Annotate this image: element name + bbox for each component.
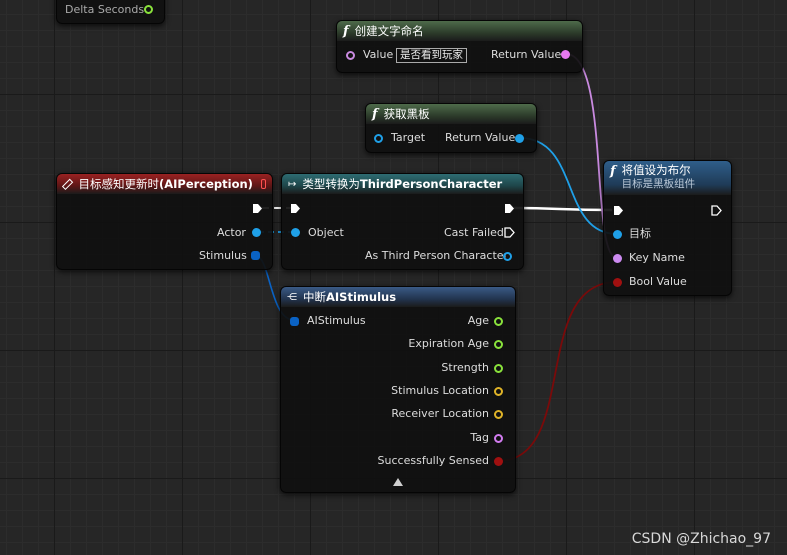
value-input-pin[interactable] bbox=[346, 51, 355, 60]
create-text-return-label: Return Value bbox=[491, 48, 562, 61]
exec-wire-cast-to-set bbox=[513, 206, 613, 212]
stimulus-location-out-pin[interactable] bbox=[494, 387, 503, 396]
cast-exec-in-pin[interactable] bbox=[290, 203, 301, 214]
perception-event-header: 目标感知更新时 (AIPerception) bbox=[57, 174, 272, 194]
object-in-pin[interactable] bbox=[291, 228, 300, 237]
get-blackboard-title: 获取黑板 bbox=[383, 107, 430, 121]
tag-out-pin[interactable] bbox=[494, 434, 503, 443]
set-bool-header: f 将值设为布尔 目标是黑板组件 bbox=[604, 161, 731, 195]
get-blackboard-node[interactable]: f 获取黑板 Target Return Value bbox=[365, 103, 537, 153]
stimulus-location-label: Stimulus Location bbox=[391, 384, 489, 397]
break-header: ⋲ 中断 AIStimulus bbox=[281, 287, 515, 307]
function-icon: f bbox=[343, 23, 349, 39]
as-character-out-pin[interactable] bbox=[503, 252, 512, 261]
cast-arrow-icon: ↦ bbox=[288, 178, 297, 190]
set-value-as-bool-node[interactable]: f 将值设为布尔 目标是黑板组件 目标 Key Name Bool Value bbox=[603, 160, 732, 296]
aistimulus-in-pin[interactable] bbox=[290, 317, 299, 326]
blackboard-target-label: Target bbox=[391, 131, 426, 144]
tag-label: Tag bbox=[470, 431, 489, 444]
cast-to-character-node[interactable]: ↦ 类型转换为 ThirdPersonCharacter Object Cast… bbox=[281, 173, 524, 270]
break-title-prefix: 中断 bbox=[303, 290, 326, 304]
blackboard-return-pin[interactable] bbox=[515, 134, 524, 143]
watermark-text: CSDN @Zhichao_97 bbox=[631, 531, 771, 547]
blackboard-target-pin[interactable] bbox=[374, 134, 383, 143]
get-blackboard-header: f 获取黑板 bbox=[366, 104, 536, 124]
stimulus-label: Stimulus bbox=[199, 249, 247, 262]
perception-updated-event-node[interactable]: 目标感知更新时 (AIPerception) Actor Stimulus bbox=[56, 173, 273, 270]
bool-value-pin[interactable] bbox=[613, 278, 622, 287]
expiration-age-out-pin[interactable] bbox=[494, 340, 503, 349]
event-diamond-icon bbox=[61, 178, 74, 190]
perception-event-title-prefix: 目标感知更新时 bbox=[78, 177, 159, 191]
object-label: Object bbox=[308, 226, 344, 239]
delta-seconds-label: Delta Seconds bbox=[65, 3, 145, 16]
successfully-sensed-out-pin[interactable] bbox=[494, 457, 503, 466]
value-label: Value bbox=[363, 48, 394, 61]
value-text-input[interactable]: 是否看到玩家 bbox=[396, 48, 467, 63]
break-aistimulus-node[interactable]: ⋲ 中断 AIStimulus AIStimulus Age Expiratio… bbox=[280, 286, 516, 493]
break-struct-icon: ⋲ bbox=[287, 291, 297, 303]
cast-title-suffix: ThirdPersonCharacter bbox=[359, 177, 503, 191]
set-bool-title: 将值设为布尔 bbox=[621, 163, 691, 177]
create-text-header: f 创建文字命名 bbox=[337, 21, 582, 41]
event-exec-out-pin[interactable] bbox=[252, 203, 263, 214]
receiver-location-out-pin[interactable] bbox=[494, 410, 503, 419]
set-bool-subtitle: 目标是黑板组件 bbox=[621, 178, 696, 190]
perception-event-title-suffix: (AIPerception) bbox=[158, 177, 253, 191]
as-character-label: As Third Person Character bbox=[365, 249, 509, 262]
stimulus-out-pin[interactable] bbox=[251, 251, 260, 260]
create-text-title: 创建文字命名 bbox=[354, 24, 424, 38]
age-out-pin[interactable] bbox=[494, 317, 503, 326]
event-tick-node[interactable]: Delta Seconds bbox=[56, 0, 165, 24]
actor-label: Actor bbox=[217, 226, 246, 239]
function-icon: f bbox=[610, 164, 616, 179]
receiver-location-label: Receiver Location bbox=[391, 407, 489, 420]
set-bool-exec-out-pin[interactable] bbox=[711, 205, 722, 216]
strength-out-pin[interactable] bbox=[494, 364, 503, 373]
key-name-label: Key Name bbox=[629, 251, 685, 264]
expiration-age-label: Expiration Age bbox=[408, 337, 489, 350]
age-label: Age bbox=[467, 314, 489, 327]
create-text-node[interactable]: f 创建文字命名 Value 是否看到玩家 Return Value bbox=[336, 20, 583, 73]
successfully-sensed-label: Successfully Sensed bbox=[377, 454, 489, 467]
break-title-suffix: AIStimulus bbox=[326, 290, 397, 304]
delegate-square-icon[interactable] bbox=[260, 179, 266, 189]
function-icon: f bbox=[372, 106, 378, 122]
cast-exec-out-pin[interactable] bbox=[504, 203, 515, 214]
actor-out-pin[interactable] bbox=[252, 228, 261, 237]
create-text-return-pin[interactable] bbox=[561, 50, 570, 59]
strength-label: Strength bbox=[441, 361, 489, 374]
key-name-pin[interactable] bbox=[613, 254, 622, 263]
expand-arrow-icon[interactable] bbox=[393, 478, 403, 486]
cast-header: ↦ 类型转换为 ThirdPersonCharacter bbox=[282, 174, 523, 194]
aistimulus-in-label: AIStimulus bbox=[307, 314, 366, 327]
delta-seconds-pin[interactable] bbox=[144, 5, 153, 14]
set-bool-target-label: 目标 bbox=[629, 227, 651, 240]
cast-title-prefix: 类型转换为 bbox=[302, 177, 360, 191]
set-bool-target-pin[interactable] bbox=[613, 230, 622, 239]
blackboard-return-label: Return Value bbox=[445, 131, 516, 144]
cast-failed-label: Cast Failed bbox=[444, 226, 504, 239]
cast-failed-exec-pin[interactable] bbox=[504, 227, 515, 238]
bool-value-label: Bool Value bbox=[629, 275, 687, 288]
set-bool-exec-in-pin[interactable] bbox=[613, 205, 624, 216]
